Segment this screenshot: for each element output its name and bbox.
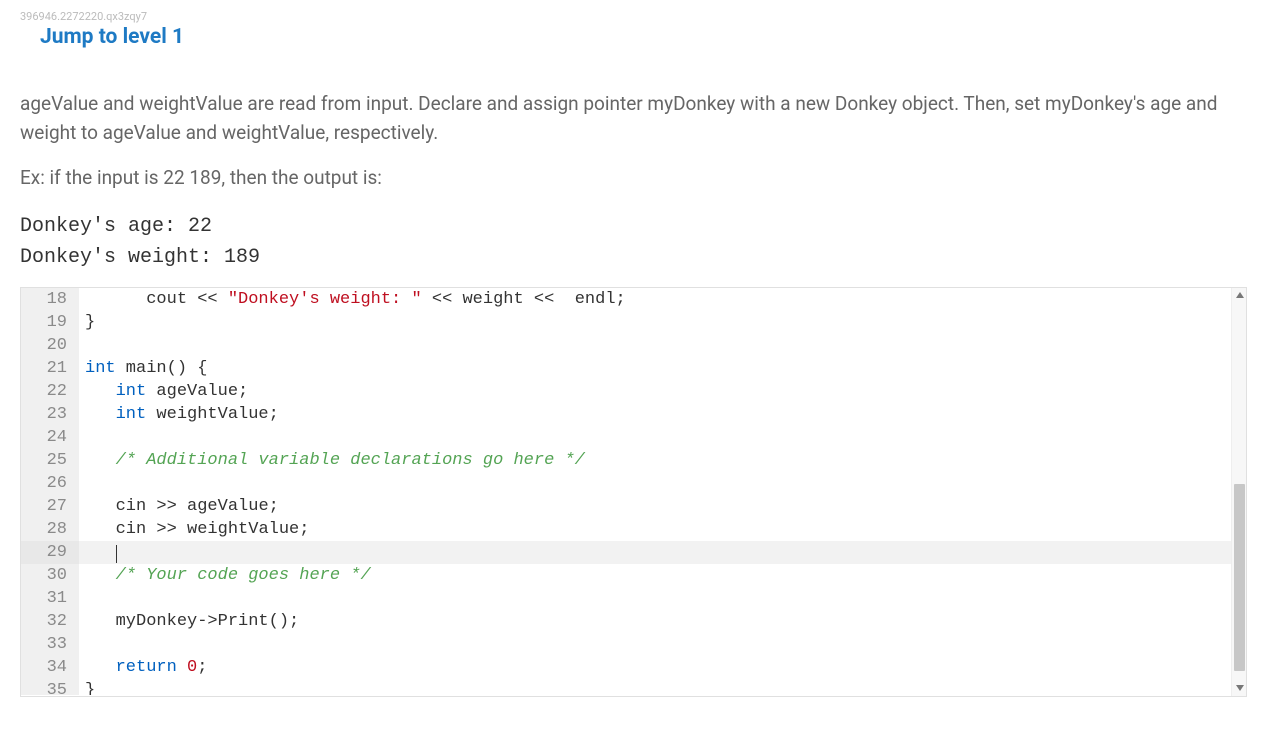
code-content[interactable] bbox=[79, 633, 1231, 656]
line-number: 31 bbox=[21, 587, 79, 610]
scroll-up-arrow[interactable] bbox=[1232, 288, 1247, 303]
code-content[interactable] bbox=[79, 541, 1231, 564]
scrollbar-track[interactable] bbox=[1231, 288, 1246, 696]
code-line[interactable]: 22 int ageValue; bbox=[21, 380, 1231, 403]
meta-id: 396946.2272220.qx3zqy7 bbox=[20, 10, 1247, 23]
code-line[interactable]: 21int main() { bbox=[21, 357, 1231, 380]
line-number: 28 bbox=[21, 518, 79, 541]
line-number: 18 bbox=[21, 288, 79, 311]
line-number: 19 bbox=[21, 311, 79, 334]
code-editor[interactable]: 18 cout << "Donkey's weight: " << weight… bbox=[20, 287, 1247, 697]
line-number: 23 bbox=[21, 403, 79, 426]
code-line[interactable]: 28 cin >> weightValue; bbox=[21, 518, 1231, 541]
example-label: Ex: if the input is 22 189, then the out… bbox=[20, 166, 1247, 189]
code-line[interactable]: 30 /* Your code goes here */ bbox=[21, 564, 1231, 587]
example-output: Donkey's age: 22 Donkey's weight: 189 bbox=[20, 211, 1247, 273]
line-number: 22 bbox=[21, 380, 79, 403]
line-number: 34 bbox=[21, 656, 79, 679]
line-number: 35 bbox=[21, 679, 79, 695]
code-line[interactable]: 34 return 0; bbox=[21, 656, 1231, 679]
line-number: 26 bbox=[21, 472, 79, 495]
problem-instructions: ageValue and weightValue are read from i… bbox=[20, 89, 1247, 148]
text-cursor bbox=[116, 545, 118, 563]
code-line[interactable]: 23 int weightValue; bbox=[21, 403, 1231, 426]
code-content[interactable]: /* Additional variable declarations go h… bbox=[79, 449, 1231, 472]
line-number: 33 bbox=[21, 633, 79, 656]
code-content[interactable] bbox=[79, 426, 1231, 449]
code-editor-viewport[interactable]: 18 cout << "Donkey's weight: " << weight… bbox=[21, 288, 1231, 696]
code-content[interactable]: myDonkey->Print(); bbox=[79, 610, 1231, 633]
scrollbar-thumb[interactable] bbox=[1234, 484, 1245, 672]
code-content[interactable] bbox=[79, 334, 1231, 357]
code-content[interactable] bbox=[79, 587, 1231, 610]
line-number: 30 bbox=[21, 564, 79, 587]
line-number: 24 bbox=[21, 426, 79, 449]
jump-to-level-link[interactable]: Jump to level 1 bbox=[40, 25, 184, 49]
line-number: 27 bbox=[21, 495, 79, 518]
code-content[interactable] bbox=[79, 472, 1231, 495]
code-content[interactable]: } bbox=[79, 311, 1231, 334]
line-number: 32 bbox=[21, 610, 79, 633]
code-line[interactable]: 19} bbox=[21, 311, 1231, 334]
code-line[interactable]: 20 bbox=[21, 334, 1231, 357]
code-content[interactable]: int ageValue; bbox=[79, 380, 1231, 403]
scroll-down-arrow[interactable] bbox=[1232, 681, 1247, 696]
code-content[interactable]: cin >> ageValue; bbox=[79, 495, 1231, 518]
code-line[interactable]: 29 bbox=[21, 541, 1231, 564]
code-line[interactable]: 32 myDonkey->Print(); bbox=[21, 610, 1231, 633]
code-line[interactable]: 33 bbox=[21, 633, 1231, 656]
line-number: 25 bbox=[21, 449, 79, 472]
code-content[interactable]: return 0; bbox=[79, 656, 1231, 679]
line-number: 29 bbox=[21, 541, 79, 564]
code-line[interactable]: 31 bbox=[21, 587, 1231, 610]
line-number: 20 bbox=[21, 334, 79, 357]
line-number: 21 bbox=[21, 357, 79, 380]
page-container: 396946.2272220.qx3zqy7 Jump to level 1 a… bbox=[0, 0, 1267, 697]
code-content[interactable]: cin >> weightValue; bbox=[79, 518, 1231, 541]
code-line[interactable]: 24 bbox=[21, 426, 1231, 449]
code-content[interactable]: } bbox=[79, 679, 1231, 695]
code-line[interactable]: 18 cout << "Donkey's weight: " << weight… bbox=[21, 288, 1231, 311]
code-line[interactable]: 27 cin >> ageValue; bbox=[21, 495, 1231, 518]
code-line[interactable]: 26 bbox=[21, 472, 1231, 495]
code-content[interactable]: /* Your code goes here */ bbox=[79, 564, 1231, 587]
code-content[interactable]: int weightValue; bbox=[79, 403, 1231, 426]
code-line[interactable]: 25 /* Additional variable declarations g… bbox=[21, 449, 1231, 472]
code-line[interactable]: 35} bbox=[21, 679, 1231, 695]
code-content[interactable]: cout << "Donkey's weight: " << weight <<… bbox=[79, 288, 1231, 311]
code-content[interactable]: int main() { bbox=[79, 357, 1231, 380]
